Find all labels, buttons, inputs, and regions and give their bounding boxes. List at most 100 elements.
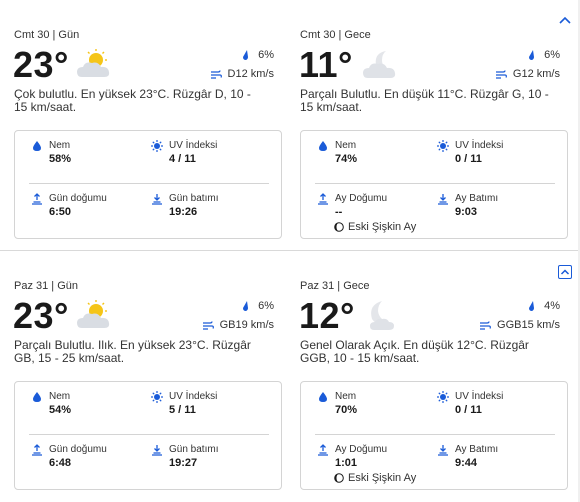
sunset-icon xyxy=(152,445,162,456)
sunset-value: 19:26 xyxy=(169,206,198,218)
uv-sun-icon xyxy=(151,140,163,152)
humidity-label: Nem xyxy=(335,140,357,151)
precip-row: 6% xyxy=(240,300,274,312)
raindrop-icon xyxy=(243,301,249,311)
divider xyxy=(315,434,555,435)
divider xyxy=(29,434,269,435)
sunrise-icon xyxy=(32,193,42,205)
moonset-label: Ay Batımı xyxy=(455,444,499,455)
partly-sunny-icon xyxy=(77,49,110,77)
day-forecast-panel: Paz 31 | Gün 23° 6% GB19 km/s Parçalı Bu… xyxy=(0,251,288,502)
details-card: Nem 58% UV İndeksi 4 / 11 Gün doğumu 6:5… xyxy=(14,130,282,239)
moonrise-value: 1:01 xyxy=(335,457,358,469)
details-card: Nem 70% UV İndeksi 0 / 11 Ay Doğumu 1:01… xyxy=(300,381,568,490)
raindrop-icon xyxy=(529,50,535,60)
period-label: Paz 31 | Gece xyxy=(300,280,370,292)
night-forecast-panel: Paz 31 | Gece 12° 4% GGB15 km/s Genel Ol… xyxy=(286,251,574,502)
raindrop-icon xyxy=(243,50,249,60)
humidity-value: 74% xyxy=(335,153,358,165)
forecast-description: Parçalı Bulutlu. Ilık. En yüksek 23°C. R… xyxy=(14,338,251,365)
uv-label: UV İndeksi xyxy=(169,391,218,402)
moonrise-icon xyxy=(318,444,328,456)
humidity-drop-icon xyxy=(33,392,41,402)
precip-row: 4% xyxy=(526,300,560,312)
period-label: Cmt 30 | Gece xyxy=(300,29,371,41)
humidity-value: 54% xyxy=(49,404,72,416)
wind-icon xyxy=(210,70,222,79)
uv-sun-icon xyxy=(437,140,449,152)
forecast-description: Parçalı Bulutlu. En düşük 11°C. Rüzgâr G… xyxy=(300,87,549,114)
wind-row: G12 km/s xyxy=(495,68,560,80)
temperature: 23° xyxy=(13,44,69,85)
sunset-label: Gün batımı xyxy=(169,444,219,455)
moonset-label: Ay Batımı xyxy=(455,193,499,204)
moon-phase-icon xyxy=(334,473,344,483)
uv-sun-icon xyxy=(151,391,163,403)
wind-row: GGB15 km/s xyxy=(479,319,560,331)
uv-value: 5 / 11 xyxy=(169,404,196,416)
moon-phase-label: Eski Şişkin Ay xyxy=(348,472,417,484)
moonrise-value: -- xyxy=(335,206,343,218)
uv-sun-icon xyxy=(437,391,449,403)
sunrise-value: 6:48 xyxy=(49,457,72,469)
wind-icon xyxy=(495,70,507,79)
precip-row: 6% xyxy=(240,49,274,61)
wind-value: GB19 km/s xyxy=(219,319,274,331)
sunset-icon xyxy=(152,194,162,205)
precip-value: 6% xyxy=(258,49,274,61)
forecast-day-block-2: Paz 31 | Gün 23° 6% GB19 km/s Parçalı Bu… xyxy=(0,251,580,502)
precip-value: 6% xyxy=(544,49,560,61)
precip-row: 6% xyxy=(526,49,560,61)
wind-icon xyxy=(202,321,214,330)
details-card: Nem 54% UV İndeksi 5 / 11 Gün doğumu 6:4… xyxy=(14,381,282,490)
uv-value: 4 / 11 xyxy=(169,153,196,165)
humidity-label: Nem xyxy=(49,391,71,402)
humidity-label: Nem xyxy=(335,391,357,402)
period-label: Cmt 30 | Gün xyxy=(14,29,80,41)
moonrise-icon xyxy=(318,193,328,205)
moon-phase: Eski Şişkin Ay xyxy=(334,472,416,484)
moon-phase: Eski Şişkin Ay xyxy=(334,221,416,233)
period-label: Paz 31 | Gün xyxy=(14,280,79,292)
forecast-description: Çok bulutlu. En yüksek 23°C. Rüzgâr D, 1… xyxy=(14,87,251,114)
humidity-drop-icon xyxy=(319,141,327,151)
moonset-icon xyxy=(438,445,448,456)
precip-value: 4% xyxy=(544,300,560,312)
wind-value: G12 km/s xyxy=(512,68,560,80)
sunrise-label: Gün doğumu xyxy=(49,444,107,455)
wind-row: D12 km/s xyxy=(210,68,274,80)
expand-toggle-button[interactable] xyxy=(558,265,572,279)
humidity-value: 70% xyxy=(335,404,358,416)
details-card: Nem 74% UV İndeksi 0 / 11 Ay Doğumu -- A… xyxy=(300,130,568,239)
divider xyxy=(29,183,269,184)
uv-value: 0 / 11 xyxy=(455,153,482,165)
moon-cloud-icon xyxy=(363,51,396,78)
partly-sunny-icon xyxy=(77,300,110,328)
uv-label: UV İndeksi xyxy=(169,140,218,151)
night-forecast-panel: Cmt 30 | Gece 11° 6% G12 km/s Parçalı Bu… xyxy=(286,0,574,250)
forecast-day-block-1: Cmt 30 | Gün 23° 6% D12 km/s Çok bulutlu… xyxy=(0,0,580,250)
moonrise-label: Ay Doğumu xyxy=(335,193,388,204)
temperature: 12° xyxy=(299,295,355,336)
moonset-icon xyxy=(438,194,448,205)
sunrise-icon xyxy=(32,444,42,456)
wind-icon xyxy=(480,321,491,330)
moon-phase-icon xyxy=(334,222,344,232)
temperature: 11° xyxy=(299,44,353,85)
chevron-up-icon xyxy=(560,269,570,275)
sunset-value: 19:27 xyxy=(169,457,198,469)
uv-value: 0 / 11 xyxy=(455,404,482,416)
forecast-description: Genel Olarak Açık. En düşük 12°C. Rüzgâr… xyxy=(300,338,529,365)
humidity-value: 58% xyxy=(49,153,72,165)
temperature: 23° xyxy=(13,295,69,336)
raindrop-icon xyxy=(529,301,535,311)
sunrise-value: 6:50 xyxy=(49,206,72,218)
wind-value: GGB15 km/s xyxy=(497,319,560,331)
uv-label: UV İndeksi xyxy=(455,140,504,151)
sunrise-label: Gün doğumu xyxy=(49,193,107,204)
sunset-label: Gün batımı xyxy=(169,193,219,204)
uv-label: UV İndeksi xyxy=(455,391,504,402)
day-forecast-panel: Cmt 30 | Gün 23° 6% D12 km/s Çok bulutlu… xyxy=(0,0,288,250)
moon-phase-label: Eski Şişkin Ay xyxy=(348,221,417,233)
moonset-value: 9:44 xyxy=(455,457,478,469)
